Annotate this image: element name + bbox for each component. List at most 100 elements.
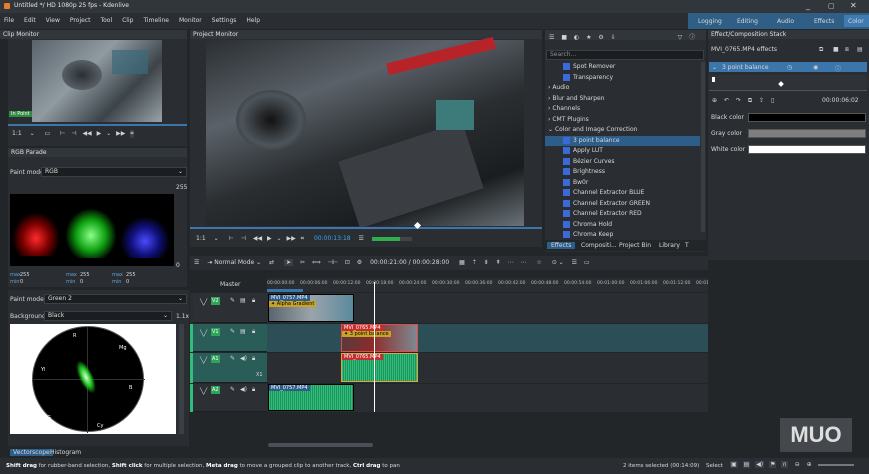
- lock-icon[interactable]: 🔒︎: [252, 355, 255, 363]
- menu-item-project[interactable]: Project: [70, 17, 91, 24]
- timeline-ruler[interactable]: 00:00:00:00 00:00:06:00 00:00:12:00 00:00:1…: [267, 278, 713, 292]
- effects-search-input[interactable]: Search...: [546, 50, 704, 60]
- monitor-icon[interactable]: ▭: [45, 130, 51, 137]
- tab-more[interactable]: T: [685, 242, 689, 249]
- film-icon[interactable]: ▤: [240, 297, 246, 304]
- effect-item[interactable]: Bw0r: [545, 178, 700, 189]
- lift-icon[interactable]: ⇡: [472, 259, 477, 266]
- clip-a1[interactable]: MVI_0765.MP4: [341, 353, 418, 382]
- paste-icon[interactable]: ▯: [771, 97, 774, 104]
- overwrite-icon[interactable]: ⇞: [496, 259, 501, 266]
- collapse-icon[interactable]: ╲╱: [200, 388, 207, 395]
- menu-item-tool[interactable]: Tool: [100, 17, 112, 24]
- set-in-icon[interactable]: ⊢: [229, 235, 234, 242]
- tab-project-bin[interactable]: Project Bin: [619, 242, 651, 249]
- forward-icon[interactable]: ▶▶: [287, 235, 296, 242]
- clip-a2[interactable]: MVI_0757.MP4: [268, 384, 354, 411]
- menu-item-file[interactable]: File: [4, 17, 14, 24]
- effect-item[interactable]: Bézier Curves: [545, 157, 700, 168]
- ripple-delete-icon[interactable]: ⋯: [520, 259, 526, 266]
- eye-icon[interactable]: ◉: [813, 64, 818, 71]
- settings-icon[interactable]: ⚙: [598, 34, 603, 40]
- zoom-out-icon[interactable]: ⊖: [795, 461, 800, 468]
- speaker-icon[interactable]: ◀): [240, 386, 247, 393]
- effect-category[interactable]: ⌄ Color and Image Correction: [545, 125, 700, 136]
- workspace-color[interactable]: Color: [844, 15, 869, 27]
- menu-item-clip[interactable]: Clip: [122, 17, 133, 24]
- info-icon[interactable]: ⓘ: [835, 64, 841, 72]
- effect-item[interactable]: Channel Extractor RED: [545, 209, 700, 220]
- workspace-effects[interactable]: Effects: [814, 18, 834, 25]
- tab-vectorscope[interactable]: Vectorscope: [10, 449, 53, 456]
- menu-item-help[interactable]: Help: [246, 17, 260, 24]
- paint-mode-select[interactable]: RGB ⌄: [41, 167, 187, 177]
- workspace-audio[interactable]: Audio: [777, 18, 794, 25]
- slip-tool-icon[interactable]: ⊣⊢: [327, 259, 337, 266]
- chevron-down-icon[interactable]: ⌄: [106, 130, 111, 137]
- markers-icon[interactable]: ⊙ ⌄: [552, 259, 564, 266]
- background-select[interactable]: Black ⌄: [44, 311, 172, 321]
- add-keyframe-icon[interactable]: ⊕: [712, 97, 717, 104]
- clip-v2[interactable]: MVI_0757.MP4 ✦ Alpha Gradient: [268, 294, 354, 322]
- collapse-icon[interactable]: ╲╱: [200, 330, 207, 337]
- audio-thumb-icon[interactable]: ◀): [755, 461, 765, 468]
- prev-keyframe-icon[interactable]: ↶: [724, 97, 729, 104]
- minimize-button[interactable]: _: [806, 1, 810, 10]
- star-icon[interactable]: ☆: [536, 259, 541, 266]
- collapse-icon[interactable]: ╲╱: [200, 357, 207, 364]
- close-button[interactable]: ✕: [850, 1, 857, 10]
- thumbnail-icon[interactable]: ▣: [730, 461, 738, 468]
- export-icon[interactable]: ⇪: [759, 97, 764, 104]
- black-color-swatch[interactable]: [748, 113, 866, 122]
- tab-compositions[interactable]: Compositi...: [581, 242, 617, 249]
- contrast-icon[interactable]: ◐: [574, 34, 579, 40]
- spacer-tool-icon[interactable]: ⟺: [312, 259, 321, 266]
- zone-icon[interactable]: ⌗: [301, 235, 304, 243]
- workspace-logging[interactable]: Logging: [698, 18, 722, 25]
- edit-icon[interactable]: ✎: [230, 328, 235, 335]
- rewind-icon[interactable]: ◀◀: [253, 235, 262, 242]
- save-icon[interactable]: ■: [833, 46, 839, 53]
- effects-scrollbar[interactable]: [701, 62, 705, 232]
- menu-icon[interactable]: ☰: [194, 259, 199, 266]
- chevron-down-icon[interactable]: ⌄: [30, 130, 35, 137]
- menu-item-monitor[interactable]: Monitor: [179, 17, 202, 24]
- chevron-down-icon[interactable]: ⌄: [214, 235, 219, 242]
- effect-item[interactable]: Channel Extractor GREEN: [545, 199, 700, 210]
- clip-zoom-select[interactable]: 1:1: [12, 130, 22, 137]
- tab-library[interactable]: Library: [659, 242, 680, 249]
- tab-histogram[interactable]: Histogram: [50, 449, 81, 456]
- project-zoom-select[interactable]: 1:1: [196, 235, 206, 242]
- grid-icon[interactable]: ▦: [459, 259, 465, 266]
- markers-icon[interactable]: ⚑: [769, 461, 777, 468]
- collapse-icon[interactable]: ╲╱: [200, 299, 207, 306]
- keyframe-icon[interactable]: ◷: [787, 64, 792, 71]
- zoom-slider[interactable]: [817, 463, 854, 466]
- effect-category[interactable]: › Audio: [545, 83, 700, 94]
- effect-item[interactable]: 3 point balance: [545, 135, 700, 146]
- effect-header[interactable]: ⌄ 3 point balance ◷ ◉ ⓘ: [709, 62, 867, 72]
- timeline-scrollbar[interactable]: [268, 443, 373, 447]
- set-in-icon[interactable]: ⊢: [60, 130, 65, 137]
- next-keyframe-icon[interactable]: ↷: [736, 97, 741, 104]
- settings-icon[interactable]: ⚙: [357, 259, 362, 266]
- effect-item[interactable]: Brightness: [545, 167, 700, 178]
- effect-item[interactable]: Spot Remover: [545, 62, 700, 73]
- menu-item-timeline[interactable]: Timeline: [143, 17, 169, 24]
- chevron-down-icon[interactable]: ⌄: [277, 235, 282, 242]
- edit-icon[interactable]: ✎: [230, 297, 235, 304]
- edit-mode-select[interactable]: ⇥ Normal Mode ⌄: [207, 259, 261, 266]
- maximize-button[interactable]: ▢: [828, 2, 835, 10]
- film-icon[interactable]: ▤: [742, 461, 751, 468]
- effect-category[interactable]: › Blur and Sharpen: [545, 94, 700, 105]
- filter-icon[interactable]: ▽: [678, 34, 683, 40]
- white-color-swatch[interactable]: [748, 145, 866, 154]
- play-icon[interactable]: ▶: [267, 235, 272, 242]
- menu-item-view[interactable]: View: [46, 17, 60, 24]
- download-icon[interactable]: ⇩: [611, 34, 616, 40]
- save-icon[interactable]: ■: [561, 34, 567, 40]
- track-a1[interactable]: ╲╱ A1 ✎ ◀) 🔒︎ X1: [190, 353, 267, 383]
- zoom-in-icon[interactable]: ⊕: [807, 461, 812, 468]
- effect-category[interactable]: › CMT Plugins: [545, 115, 700, 126]
- lock-icon[interactable]: 🔒︎: [252, 328, 255, 336]
